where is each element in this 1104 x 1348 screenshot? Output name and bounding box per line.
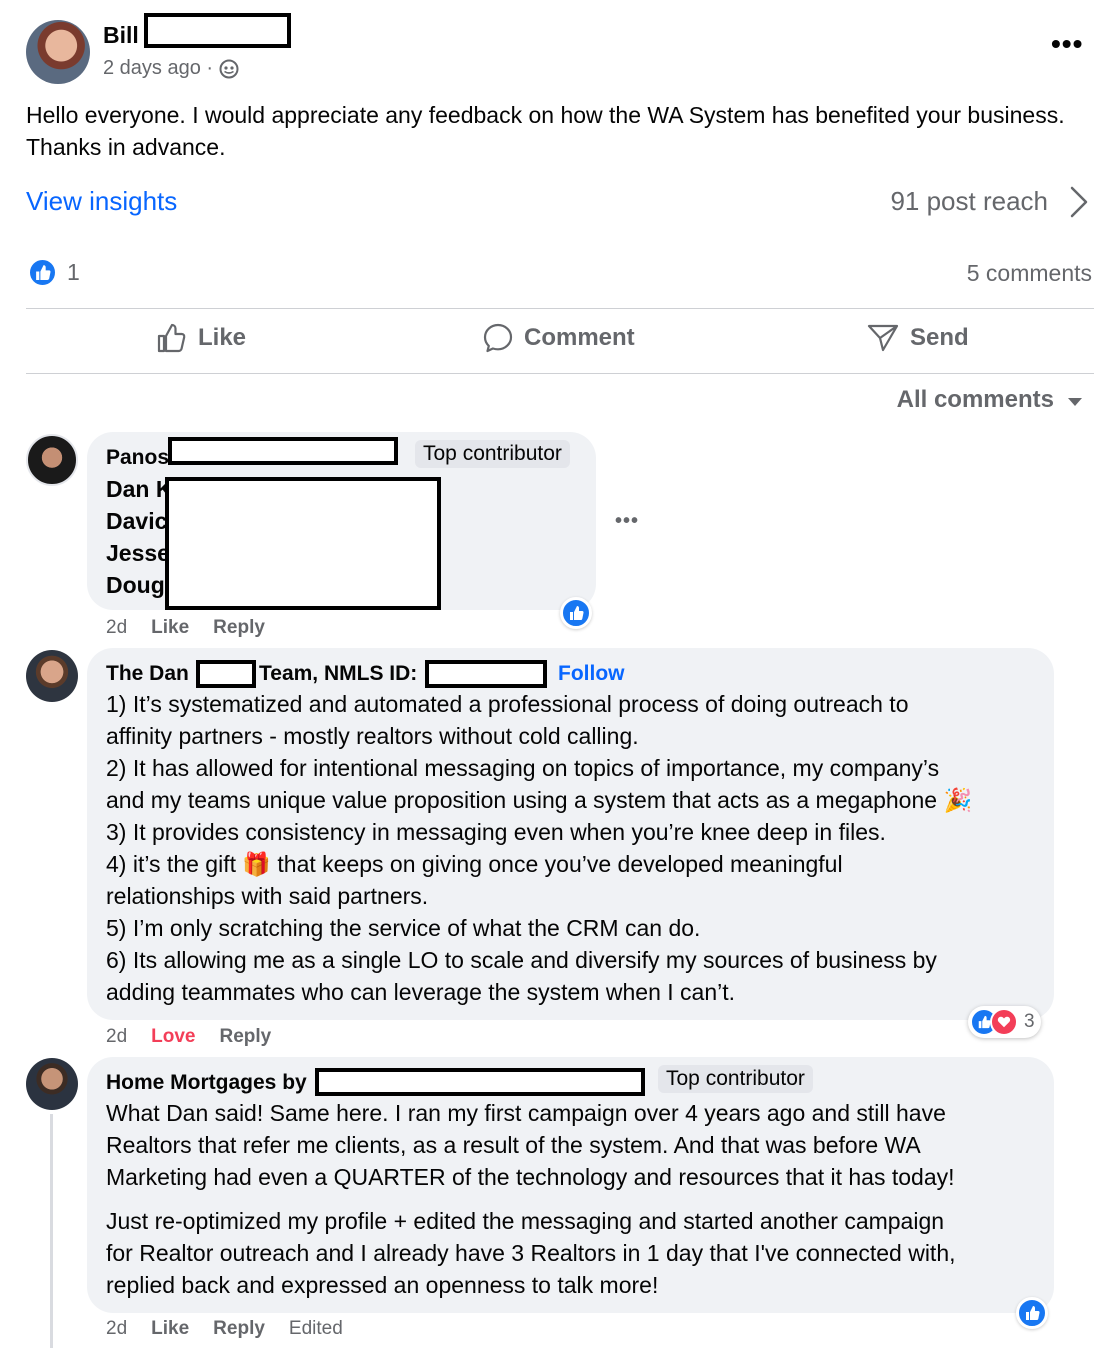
comment-line: adding teammates who can leverage the sy… (106, 979, 736, 1005)
comment-bubble-icon (483, 323, 513, 353)
post-time[interactable]: 2 days ago · (103, 57, 213, 80)
comment-reply-button[interactable]: Reply (213, 617, 265, 639)
redaction-box (425, 660, 547, 688)
redaction-box (315, 1068, 645, 1096)
comments-count[interactable]: 5 comments (967, 260, 1092, 287)
caret-down-icon (1068, 398, 1082, 406)
comment-line: 3) It provides consistency in messaging … (106, 819, 886, 845)
comment-more-icon[interactable]: ••• (615, 510, 639, 533)
like-reaction-icon[interactable] (560, 597, 592, 629)
thread-line (50, 1114, 53, 1348)
mention-line[interactable]: Davic (106, 508, 167, 535)
comment-reply-button[interactable]: Reply (220, 1026, 272, 1048)
reaction-count: 3 (1024, 1011, 1035, 1032)
comment-line: and my teams unique value proposition us… (106, 784, 1046, 816)
redaction-box (144, 13, 291, 48)
send-icon (867, 324, 899, 352)
comment-like-button[interactable]: Like (151, 617, 189, 639)
comment-sort-label: All comments (896, 386, 1054, 413)
like-label: Like (198, 324, 247, 351)
commenter-name[interactable]: Home Mortgages by (106, 1071, 307, 1095)
post-meta: 2 days ago · (103, 57, 239, 80)
send-button[interactable]: Send (866, 322, 969, 354)
comment-line: What Dan said! Same here. I ran my first… (106, 1100, 946, 1126)
reaction-summary[interactable]: 3 (968, 1006, 1041, 1038)
comment-line: 5) I’m only scratching the service of wh… (106, 915, 701, 941)
comment-line: Marketing had even a QUARTER of the tech… (106, 1164, 955, 1190)
comment-button[interactable]: Comment (482, 322, 635, 354)
redaction-box (165, 477, 441, 610)
post-text: Hello everyone. I would appreciate any f… (26, 102, 1065, 160)
view-insights-link[interactable]: View insights (26, 186, 177, 217)
comment-line-text: 4) it’s the gift (106, 851, 236, 877)
comment-line: 4) it’s the gift 🎁 that keeps on giving … (106, 848, 1046, 880)
divider (26, 373, 1094, 374)
comment-line: replied back and expressed an openness t… (106, 1272, 659, 1298)
comment-text: 1) It’s systematized and automated a pro… (106, 688, 1046, 1008)
comment-text: What Dan said! Same here. I ran my first… (106, 1097, 1046, 1301)
thumbs-up-icon (157, 323, 186, 353)
follow-button[interactable]: Follow (558, 662, 625, 686)
post-reach[interactable]: 91 post reach (890, 186, 1048, 217)
commenter-avatar[interactable] (26, 1058, 78, 1110)
comment-line-text: and my teams unique value proposition us… (106, 787, 938, 813)
author-avatar[interactable] (26, 20, 90, 84)
comment-line: 6) Its allowing me as a single LO to sca… (106, 947, 937, 973)
chevron-right-icon[interactable] (1068, 184, 1090, 220)
mention-line[interactable]: Dan K (106, 476, 172, 503)
comment-footer: 2d Like Reply (106, 617, 265, 639)
commenter-name[interactable]: The Dan (106, 662, 189, 686)
reaction-summary[interactable]: 1 (28, 258, 80, 287)
heart-icon (990, 1008, 1018, 1036)
comment-line: relationships with said partners. (106, 883, 429, 909)
mention-line[interactable]: Doug (106, 572, 165, 599)
reaction-count: 1 (67, 259, 80, 285)
redaction-box (168, 437, 398, 465)
like-button[interactable]: Like (156, 322, 246, 354)
mention-line[interactable]: Jesse (106, 540, 170, 567)
divider (26, 308, 1094, 309)
comment-line-text: that keeps on giving once you’ve develop… (277, 851, 843, 877)
comment-line: 2) It has allowed for intentional messag… (106, 755, 940, 781)
comment-line: Just re-optimized my profile + edited th… (106, 1208, 945, 1234)
top-contributor-badge[interactable]: Top contributor (415, 440, 570, 468)
commenter-name[interactable]: Panos (106, 446, 169, 470)
edited-label: Edited (288, 1318, 343, 1339)
comment-love-button[interactable]: Love (151, 1026, 195, 1048)
comment-footer: 2d Like Reply Edited (106, 1318, 343, 1340)
comment-reply-button[interactable]: Reply (213, 1318, 265, 1340)
comment-time[interactable]: 2d (106, 1318, 127, 1340)
comment-time[interactable]: 2d (106, 1026, 127, 1048)
comment-like-button[interactable]: Like (151, 1318, 189, 1340)
comment-sort-dropdown[interactable]: All comments (897, 386, 1082, 414)
party-popper-icon: 🎉 (943, 787, 973, 813)
author-name[interactable]: Bill (103, 22, 139, 49)
comment-line: Realtors that refer me clients, as a res… (106, 1132, 921, 1158)
comment-line: 1) It’s systematized and automated a pro… (106, 691, 909, 717)
comment-line: affinity partners - mostly realtors with… (106, 723, 639, 749)
like-reaction-icon (28, 258, 57, 287)
like-reaction-icon[interactable] (1016, 1297, 1048, 1329)
redaction-box (196, 660, 256, 688)
send-label: Send (910, 324, 969, 351)
top-contributor-badge[interactable]: Top contributor (658, 1065, 813, 1093)
comment-time[interactable]: 2d (106, 617, 127, 639)
comment-footer: 2d Love Reply (106, 1026, 271, 1048)
comment-line: for Realtor outreach and I already have … (106, 1240, 956, 1266)
more-icon[interactable]: ••• (1051, 28, 1083, 60)
comment-label: Comment (524, 324, 635, 351)
commenter-name-suffix[interactable]: Team, NMLS ID: (259, 662, 417, 686)
globe-icon (219, 59, 239, 78)
gift-icon: 🎁 (242, 851, 272, 877)
commenter-avatar[interactable] (26, 434, 78, 486)
commenter-avatar[interactable] (26, 650, 78, 702)
